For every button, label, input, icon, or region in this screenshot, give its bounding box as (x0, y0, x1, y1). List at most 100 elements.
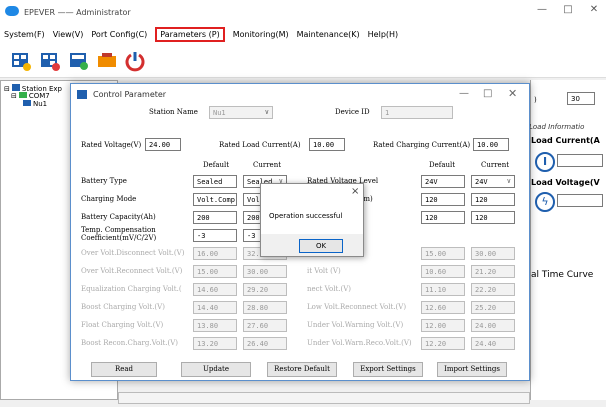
left-param-label: Over Volt.Reconnect Volt.(V) (81, 267, 183, 275)
left-current-field[interactable]: 30.00 (243, 265, 287, 278)
left-default-field[interactable]: Sealed (193, 175, 237, 188)
app-title: EPEVER —— Administrator (24, 7, 131, 17)
maximize-icon[interactable]: □ (560, 4, 576, 18)
right-default-field[interactable]: 24V (421, 175, 465, 188)
toolbar (0, 44, 606, 78)
left-default-field[interactable]: 200 (193, 211, 237, 224)
left-param-label-line2: Coefficient(mV/C/2V) (81, 234, 157, 242)
right-current-field[interactable]: 24.40 (471, 337, 515, 350)
read-button[interactable]: Read (91, 362, 157, 377)
right-default-header: Default (429, 161, 456, 169)
device-id-field[interactable]: 1 (381, 106, 453, 119)
right-default-field[interactable]: 120 (421, 211, 465, 224)
right-param-label: it Volt (V) (307, 267, 341, 275)
popup-message: Operation successful (269, 212, 343, 220)
right-current-field[interactable]: 25.20 (471, 301, 515, 314)
right-current-field[interactable]: 120 (471, 211, 515, 224)
real-time-curve-label: al Time Curve (531, 270, 594, 280)
left-default-field[interactable]: 15.00 (193, 265, 237, 278)
config-icon[interactable] (68, 50, 90, 72)
power-icon[interactable] (124, 50, 146, 72)
menu-item-port-config-c[interactable]: Port Config(C) (91, 30, 147, 39)
left-param-label: Battery Capacity(Ah) (81, 213, 156, 221)
right-current-field[interactable]: 21.20 (471, 265, 515, 278)
device-id-label: Device ID (335, 108, 370, 116)
left-param-label: Temp. Compensation (81, 226, 156, 234)
rated-load-current-field[interactable]: 10.00 (309, 138, 345, 151)
tree-port[interactable]: ⊟ COM7 (11, 92, 50, 100)
left-current-field[interactable]: 29.20 (243, 283, 287, 296)
dialog-maximize-icon[interactable]: □ (483, 88, 492, 99)
load-current-field[interactable] (557, 154, 603, 167)
pane-value-field[interactable]: 30 (567, 92, 595, 105)
right-current-field[interactable]: 30.00 (471, 247, 515, 260)
right-current-field[interactable]: 24.00 (471, 319, 515, 332)
add-device-icon[interactable] (10, 50, 32, 72)
right-current-select[interactable]: 24V (471, 175, 515, 188)
right-default-field[interactable]: 12.60 (421, 301, 465, 314)
left-current-field[interactable]: 27.60 (243, 319, 287, 332)
rated-voltage-field[interactable]: 24.00 (145, 138, 181, 151)
dialog-close-icon[interactable]: ✕ (508, 87, 517, 100)
dialog-app-icon (77, 90, 87, 99)
left-param-label: Battery Type (81, 177, 127, 185)
app-titlebar: EPEVER —— Administrator — □ ✕ (0, 0, 606, 24)
left-default-field[interactable]: -3 (193, 229, 237, 242)
left-current-field[interactable]: 28.80 (243, 301, 287, 314)
station-name-select[interactable]: Nu1 (209, 106, 273, 119)
load-current-label: Load Current(A (531, 136, 600, 145)
minimize-icon[interactable]: — (534, 4, 550, 18)
update-button[interactable]: Update (181, 362, 251, 377)
right-current-header: Current (481, 161, 510, 169)
left-default-field[interactable]: 16.00 (193, 247, 237, 260)
right-default-field[interactable]: 12.20 (421, 337, 465, 350)
left-default-header: Default (203, 161, 230, 169)
horizontal-scrollbar[interactable] (118, 392, 530, 404)
left-default-field[interactable]: 14.40 (193, 301, 237, 314)
left-current-field[interactable]: 26.40 (243, 337, 287, 350)
right-current-field[interactable]: 22.20 (471, 283, 515, 296)
right-param-label: Under Vol.Warning Volt.(V) (307, 321, 404, 329)
menu-item-help-h[interactable]: Help(H) (368, 30, 399, 39)
left-default-field[interactable]: Volt.Comp. (193, 193, 237, 206)
load-voltage-field[interactable] (557, 194, 603, 207)
dialog-minimize-icon[interactable]: — (459, 88, 469, 99)
right-param-label: Low Volt.Reconnect Volt.(V) (307, 303, 407, 311)
left-default-field[interactable]: 13.80 (193, 319, 237, 332)
rated-charging-current-field[interactable]: 10.00 (473, 138, 509, 151)
success-popup: × Operation successful OK (260, 183, 364, 257)
left-default-field[interactable]: 14.60 (193, 283, 237, 296)
menu-bar: System(F) View(V) Port Config(C) Parameters… (0, 24, 606, 44)
menu-item-system-f[interactable]: System(F) (4, 30, 45, 39)
right-param-label: nect Volt.(V) (307, 285, 352, 293)
ok-button[interactable]: OK (299, 239, 343, 253)
menu-item-view-v[interactable]: View(V) (53, 30, 84, 39)
right-default-field[interactable]: 12.00 (421, 319, 465, 332)
popup-close-icon[interactable]: × (351, 186, 359, 197)
close-icon[interactable]: ✕ (586, 4, 602, 18)
right-default-field[interactable]: 15.00 (421, 247, 465, 260)
menu-item-maintenance-k[interactable]: Maintenance(K) (297, 30, 360, 39)
export-settings-button[interactable]: Export Settings (353, 362, 423, 377)
add-device-alt-icon[interactable] (39, 50, 61, 72)
import-settings-button[interactable]: Import Settings (437, 362, 507, 377)
left-default-field[interactable]: 13.20 (193, 337, 237, 350)
tree-device[interactable]: Nu1 (21, 100, 47, 108)
right-current-field[interactable]: 120 (471, 193, 515, 206)
right-default-field[interactable]: 10.60 (421, 265, 465, 278)
restore-default-button[interactable]: Restore Default (267, 362, 337, 377)
left-param-label: Float Charging Volt.(V) (81, 321, 164, 329)
bolt-icon: ϟ (535, 192, 555, 212)
left-param-label: Charging Mode (81, 195, 137, 203)
left-current-header: Current (253, 161, 282, 169)
battery-icon[interactable] (96, 50, 118, 72)
dialog-titlebar: Control Parameter — □ ✕ (71, 84, 529, 106)
menu-item-parameters-p[interactable]: Parameters (P) (155, 26, 225, 42)
load-voltage-label: Load Voltage(V (531, 178, 600, 187)
monitor-pane: ) 30 Load Informatio Load Current(A I Lo… (529, 80, 606, 400)
lightbulb-icon: I (535, 152, 555, 172)
right-param-label: Under Vol.Warn.Reco.Volt.(V) (307, 339, 412, 347)
right-default-field[interactable]: 120 (421, 193, 465, 206)
right-default-field[interactable]: 11.10 (421, 283, 465, 296)
menu-item-monitoring-m[interactable]: Monitoring(M) (233, 30, 289, 39)
